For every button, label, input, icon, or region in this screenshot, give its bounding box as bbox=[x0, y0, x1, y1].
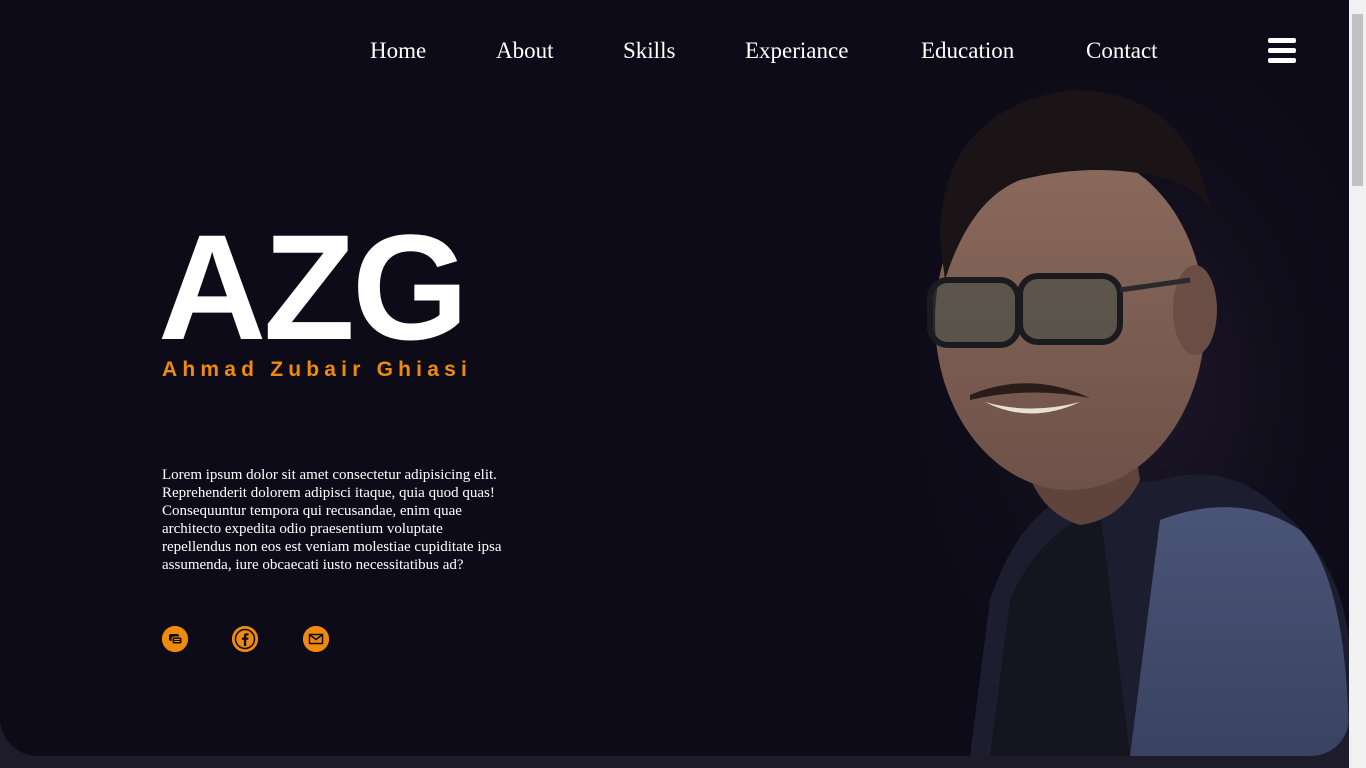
chat-icon-graphic bbox=[162, 626, 188, 652]
intro-description: Lorem ipsum dolor sit amet consectetur a… bbox=[162, 467, 502, 573]
menu-bar bbox=[1268, 48, 1296, 53]
nav-experience-link[interactable]: Experiance bbox=[745, 34, 848, 68]
profile-photo bbox=[900, 80, 1349, 756]
hamburger-menu-icon[interactable] bbox=[1268, 38, 1296, 64]
page-footer-edge bbox=[0, 756, 1349, 768]
mail-icon[interactable] bbox=[303, 626, 329, 652]
nav-contact-link[interactable]: Contact bbox=[1086, 34, 1158, 68]
full-name: Ahmad Zubair Ghiasi bbox=[162, 358, 472, 381]
nav-skills-link[interactable]: Skills bbox=[623, 34, 675, 68]
menu-bar bbox=[1268, 58, 1296, 63]
facebook-icon[interactable] bbox=[232, 626, 258, 652]
vertical-scrollbar[interactable] bbox=[1349, 0, 1366, 768]
nav-home-link[interactable]: Home bbox=[370, 34, 426, 68]
chat-icon[interactable] bbox=[162, 626, 188, 652]
nav-education-link[interactable]: Education bbox=[921, 34, 1014, 68]
scrollbar-thumb[interactable] bbox=[1352, 14, 1363, 186]
nav-about-link[interactable]: About bbox=[496, 34, 554, 68]
mail-icon-graphic bbox=[303, 626, 329, 652]
facebook-icon-graphic bbox=[232, 626, 258, 652]
menu-bar bbox=[1268, 38, 1296, 43]
logo-text: AZG bbox=[158, 203, 469, 371]
page-container: Home About Skills Experiance Education C… bbox=[0, 0, 1349, 756]
